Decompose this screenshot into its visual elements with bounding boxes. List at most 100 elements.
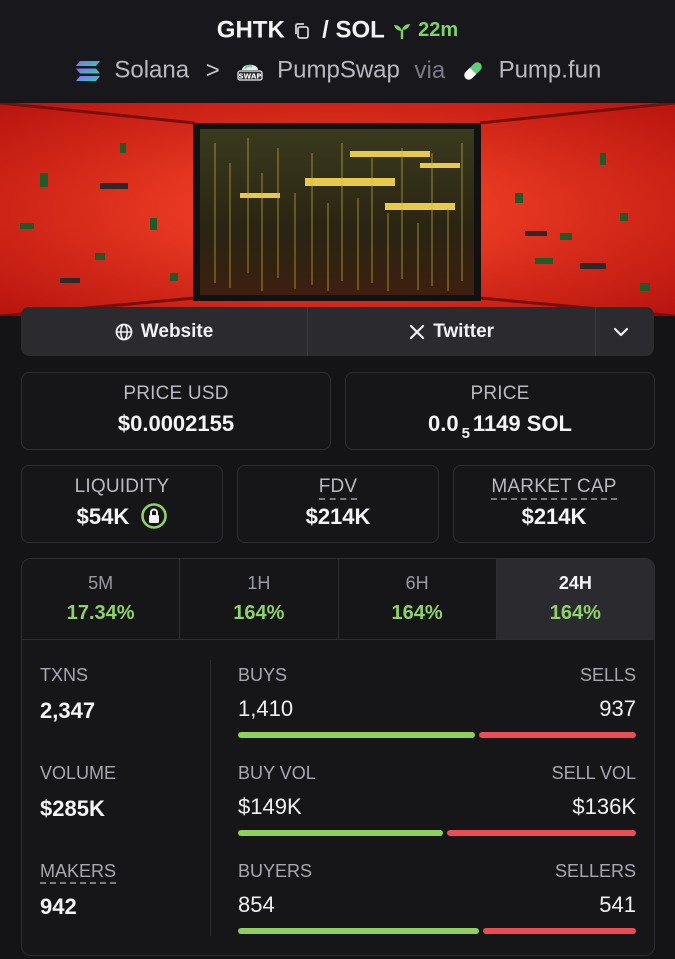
price-native-value: 0.0 5 1149 SOL (346, 411, 654, 442)
tab-6h[interactable]: 6H 164% (339, 559, 497, 639)
price-native-card: PRICE 0.0 5 1149 SOL (345, 372, 655, 450)
dex-name[interactable]: PumpSwap (277, 57, 400, 84)
sellers-label: SELLERS (554, 861, 636, 881)
tab-1h[interactable]: 1H 164% (180, 559, 339, 639)
split-labels: BUYERS SELLERS (238, 861, 636, 882)
pair-header: GHTK / SOL 22m Solana > SWAP PumpSwap vi… (0, 0, 675, 103)
tab-change: 17.34% (66, 602, 135, 624)
pair-title: GHTK / SOL 22m (0, 16, 675, 45)
sell-bar-fill (482, 928, 636, 934)
buys-sells-ratio-bar (238, 732, 636, 738)
more-links-button[interactable] (596, 307, 654, 356)
chevron-down-icon (613, 327, 629, 336)
x-icon (410, 324, 425, 339)
quote-token-symbol: SOL (335, 16, 385, 44)
makers-value: 942 (40, 894, 77, 919)
tab-5m[interactable]: 5M 17.34% (22, 559, 181, 639)
makers-metric: MAKERS 942 (40, 861, 117, 920)
volume-label: VOLUME (40, 763, 117, 783)
twitter-button[interactable]: Twitter (308, 307, 597, 356)
makers-label-wrap: MAKERS (40, 861, 117, 884)
liquidity-card: LIQUIDITY $54K (21, 465, 223, 543)
price-native-prefix: 0.0 (427, 411, 459, 436)
volume-ratio-bar (238, 830, 636, 836)
sell-bar-fill (446, 830, 636, 836)
buyers-value: 854 (238, 892, 275, 917)
tab-change: 164% (233, 602, 285, 624)
price-usd-label: PRICE USD (123, 383, 229, 404)
pill-icon (463, 60, 483, 81)
chain-name[interactable]: Solana (114, 57, 189, 84)
sells-value: 937 (599, 696, 636, 721)
buy-sell-volume-split: BUY VOL SELL VOL $149K $136K (238, 763, 636, 836)
split-labels: BUY VOL SELL VOL (238, 763, 636, 784)
liquidity-value: $54K (76, 504, 130, 529)
sell-vol-value: $136K (572, 794, 636, 819)
token-banner-image (0, 103, 675, 316)
buys-label: BUYS (238, 665, 288, 685)
price-usd-value: $0.0002155 (117, 411, 235, 436)
makers-ratio-bar (238, 928, 636, 934)
launchpad-name[interactable]: Pump.fun (499, 57, 602, 84)
buy-bar-fill (238, 830, 443, 836)
buy-vol-label: BUY VOL (238, 763, 316, 783)
sellers-value: 541 (599, 892, 636, 917)
split-values: 854 541 (238, 892, 636, 918)
svg-text:SWAP: SWAP (239, 72, 262, 80)
via-label: via (414, 56, 446, 84)
makers-label[interactable]: MAKERS (40, 861, 117, 884)
buys-value: 1,410 (238, 696, 294, 721)
fdv-card: FDV $214K (237, 465, 439, 543)
tab-label: 1H (247, 573, 271, 593)
buy-bar-fill (238, 732, 475, 738)
pair-separator: / (322, 16, 329, 44)
price-native-label: PRICE (470, 383, 530, 404)
website-label: Website (140, 320, 214, 342)
volume-value: $285K (40, 796, 105, 821)
buyers-sellers-split: BUYERS SELLERS 854 541 (238, 861, 636, 934)
fdv-value: $214K (305, 504, 371, 529)
market-cap-label-wrap: MARKET CAP (454, 476, 654, 500)
globe-icon (115, 323, 133, 340)
social-links-bar: Website Twitter (21, 307, 654, 356)
sell-vol-label: SELL VOL (551, 763, 636, 783)
market-cap-card: MARKET CAP $214K (453, 465, 655, 543)
banner-artwork (0, 103, 675, 316)
chevron-right-icon: > (205, 56, 220, 84)
fdv-label[interactable]: FDV (318, 476, 358, 500)
twitter-label: Twitter (433, 320, 495, 342)
split-labels: BUYS SELLS (238, 665, 636, 686)
sell-bar-fill (478, 732, 636, 738)
timeframe-tabs: 5M 17.34% 1H 164% 6H 164% 24H 164% (22, 559, 654, 640)
liquidity-value-row: $54K (22, 503, 222, 531)
website-button[interactable]: Website (21, 307, 309, 356)
price-native-rest: 1149 SOL (472, 411, 572, 436)
lock-icon[interactable] (141, 503, 168, 529)
price-usd-card: PRICE USD $0.0002155 (21, 372, 331, 450)
sprout-icon (393, 23, 410, 39)
buy-vol-value: $149K (238, 794, 302, 819)
market-cap-label[interactable]: MARKET CAP (491, 476, 617, 500)
volume-metric: VOLUME $285K (40, 763, 116, 822)
market-cap-value: $214K (521, 504, 587, 529)
tab-24h[interactable]: 24H 164% (496, 559, 654, 639)
tab-label: 5M (88, 573, 114, 593)
split-values: 1,410 937 (238, 696, 636, 722)
column-divider (210, 660, 211, 936)
copy-icon[interactable] (293, 22, 311, 40)
tab-change: 164% (391, 602, 443, 624)
base-token-symbol: GHTK (216, 16, 285, 44)
txns-metric: TXNS 2,347 (40, 665, 95, 724)
buy-bar-fill (238, 928, 479, 934)
tab-change: 164% (549, 602, 601, 624)
pumpswap-icon: SWAP (237, 64, 264, 81)
solana-icon (75, 60, 100, 81)
split-values: $149K $136K (238, 794, 636, 820)
txns-value: 2,347 (40, 698, 96, 723)
pair-route: Solana > SWAP PumpSwap via Pump.fun (0, 56, 675, 85)
pair-age: 22m (418, 19, 459, 42)
tab-label: 24H (558, 573, 592, 593)
liquidity-label: LIQUIDITY (74, 476, 170, 497)
tab-label: 6H (405, 573, 429, 593)
txns-label: TXNS (40, 665, 89, 685)
